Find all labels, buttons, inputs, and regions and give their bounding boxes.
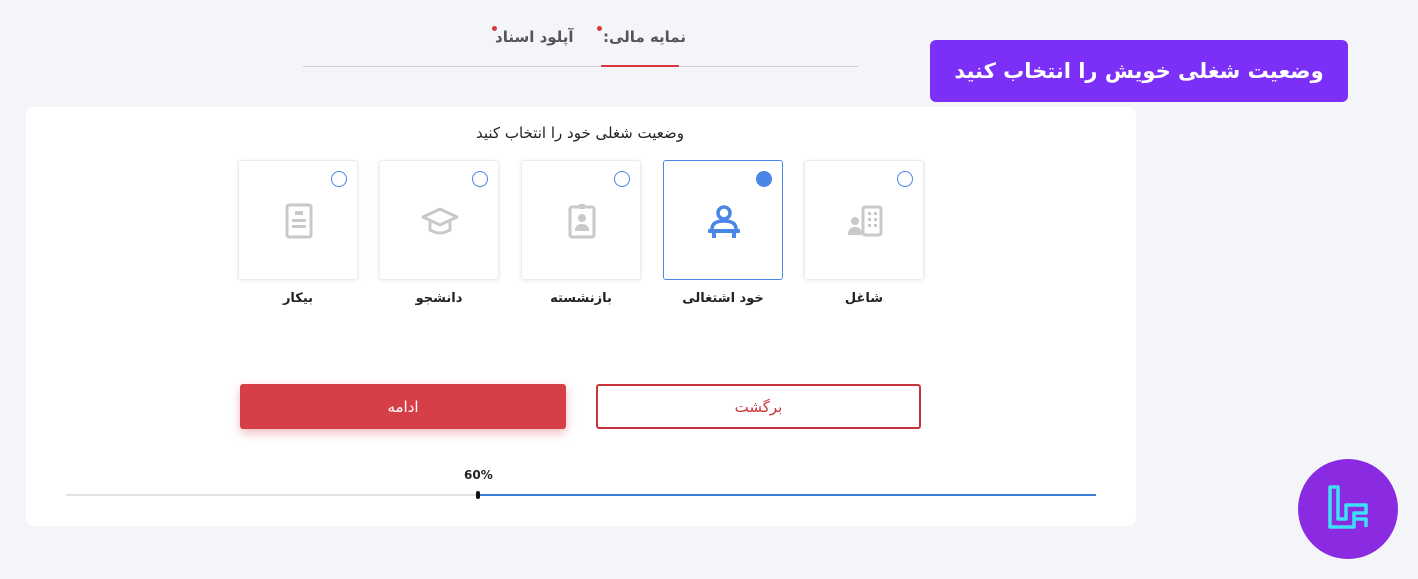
brand-logo: [1298, 459, 1398, 559]
tab-upload-documents-label: آپلود اسناد: [495, 28, 574, 46]
required-dot-icon: [597, 26, 602, 31]
question-title: وضعیت شغلی خود را انتخاب کنید: [475, 124, 684, 142]
radio-employed[interactable]: [897, 171, 913, 187]
radio-student[interactable]: [472, 171, 488, 187]
continue-button-label: ادامه: [387, 397, 419, 416]
option-student[interactable]: [379, 160, 499, 280]
tab-financial-profile-label: نمایه مالی:: [603, 28, 686, 46]
instruction-banner: وضعیت شغلی خویش را انتخاب کنید: [930, 40, 1348, 102]
radio-retired[interactable]: [614, 171, 630, 187]
continue-button[interactable]: ادامه: [240, 384, 566, 429]
option-employed-label: شاغل: [844, 291, 884, 306]
id-badge-icon: [568, 204, 596, 239]
brand-logo-icon: [1328, 485, 1368, 529]
back-button-label: برگشت: [734, 397, 783, 416]
option-self-employed[interactable]: [663, 160, 783, 280]
option-self-employed-label: خود اشتغالی: [682, 291, 764, 306]
radio-unemployed[interactable]: [331, 171, 347, 187]
progress-bar: [66, 491, 1096, 499]
radio-self-employed[interactable]: [756, 171, 772, 187]
document-icon: [285, 203, 313, 239]
progress-bar-fill: [478, 494, 1096, 496]
person-desk-icon: [708, 205, 740, 238]
option-unemployed-label: بیکار: [282, 291, 314, 306]
option-student-label: دانشجو: [415, 291, 463, 306]
tab-financial-profile[interactable]: نمایه مالی:: [597, 26, 686, 46]
progress-percent: 60%: [464, 468, 493, 482]
graduation-cap-icon: [421, 207, 459, 235]
progress-tabs: [303, 0, 858, 67]
required-dot-icon: [492, 26, 497, 31]
banner-text: وضعیت شغلی خویش را انتخاب کنید: [954, 59, 1324, 83]
back-button[interactable]: برگشت: [596, 384, 921, 429]
building-person-icon: [848, 205, 883, 237]
option-employed[interactable]: [804, 160, 924, 280]
option-unemployed[interactable]: [238, 160, 358, 280]
tab-upload-documents[interactable]: آپلود اسناد: [492, 26, 574, 46]
option-retired-label: بازنشسته: [550, 291, 612, 306]
option-retired[interactable]: [521, 160, 641, 280]
progress-bar-handle: [476, 491, 480, 499]
active-tab-indicator: [601, 65, 679, 67]
